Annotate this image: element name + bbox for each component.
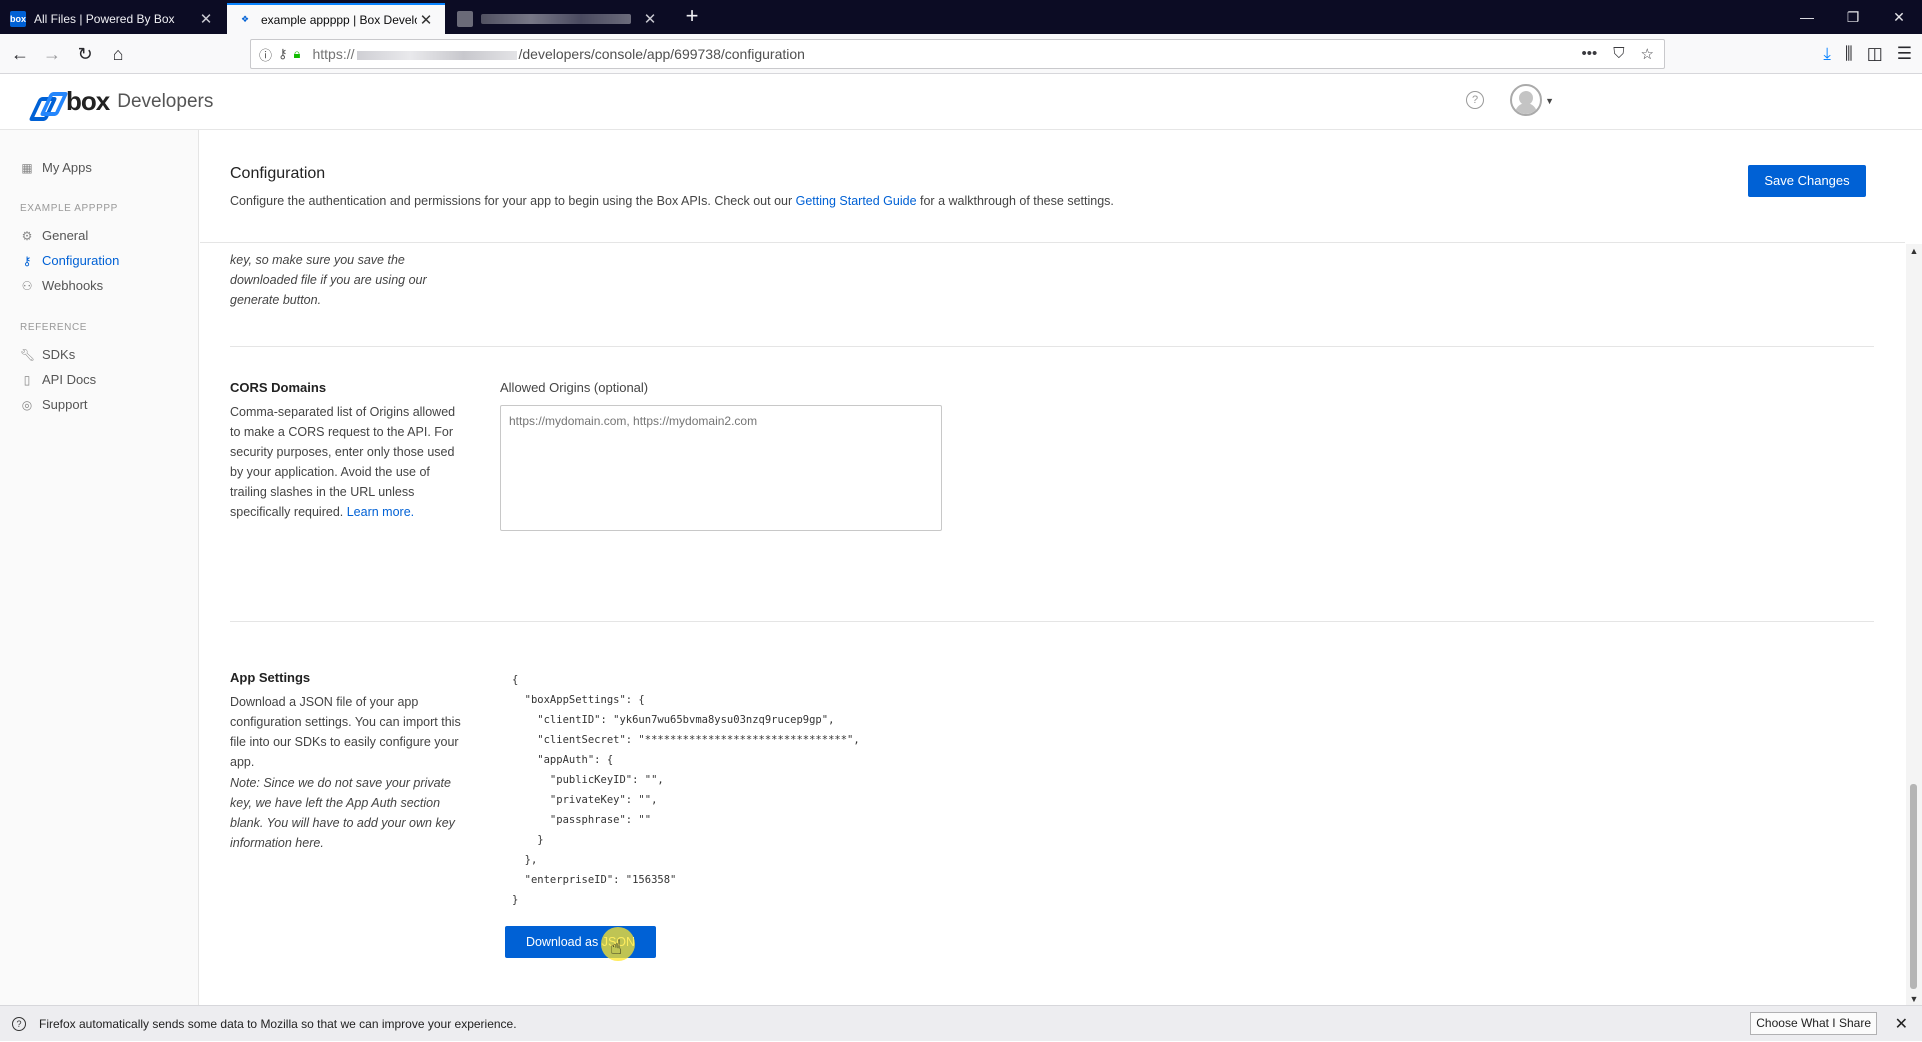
- browser-tab-all-files[interactable]: box All Files | Powered By Box ✕: [0, 4, 225, 34]
- menu-icon[interactable]: ☰: [1897, 39, 1912, 69]
- browser-tab-box-developers[interactable]: ❖ example appppp | Box Develop ✕: [227, 3, 445, 34]
- blurred-tab-title: [481, 14, 641, 24]
- sidebar-app-heading: EXAMPLE APPPPP: [20, 203, 118, 214]
- getting-started-link[interactable]: Getting Started Guide: [796, 194, 917, 208]
- download-icon[interactable]: ⤓: [1823, 39, 1831, 69]
- key-icon: ⚷: [22, 253, 32, 268]
- minimize-icon[interactable]: —: [1784, 0, 1830, 34]
- reload-icon[interactable]: ↻: [70, 39, 100, 69]
- page-scrollbar[interactable]: ▲ ▼: [1906, 244, 1922, 1006]
- keypair-note: key, so make sure you save the downloade…: [230, 253, 427, 307]
- box-developers-header: box Developers ? ▼: [0, 74, 1922, 130]
- bookmark-star-icon[interactable]: ☆: [1641, 45, 1654, 63]
- restore-icon[interactable]: ❐: [1830, 0, 1876, 34]
- webhook-icon: ⚇: [21, 278, 33, 293]
- scroll-down-icon[interactable]: ▼: [1906, 992, 1922, 1006]
- blurred-favicon-icon: [457, 11, 473, 27]
- home-icon[interactable]: ⌂: [103, 39, 133, 69]
- window-controls: — ❐ ✕: [1784, 0, 1922, 34]
- box-logo-icon: [30, 91, 60, 113]
- page-description: Configure the authentication and permiss…: [230, 194, 1114, 208]
- page-title: Configuration: [230, 165, 326, 182]
- grid-icon: ▦: [21, 160, 33, 175]
- lifebuoy-icon: ◎: [21, 397, 33, 412]
- library-icon[interactable]: ⫼: [1845, 39, 1853, 69]
- app-settings-title: App Settings: [230, 670, 311, 685]
- learn-more-link[interactable]: Learn more.: [347, 505, 414, 519]
- sidebar: ▦ My Apps EXAMPLE APPPPP ⚙ General ⚷ Con…: [0, 130, 199, 1005]
- box-developers-logo[interactable]: box Developers: [30, 86, 213, 117]
- close-tab-icon[interactable]: ✕: [417, 11, 435, 29]
- sidebar-item-api-docs[interactable]: ▯ API Docs: [20, 372, 97, 387]
- hand-cursor-icon: ☝: [610, 937, 623, 959]
- app-settings-json: { "boxAppSettings": { "clientID": "yk6un…: [512, 674, 860, 906]
- page-actions-icon[interactable]: •••: [1582, 45, 1598, 63]
- firefox-notification-bar: ? Firefox automatically sends some data …: [0, 1005, 1922, 1041]
- app-settings-description: Download a JSON file of your app configu…: [230, 695, 461, 769]
- info-icon[interactable]: ⓘ: [259, 45, 272, 64]
- main-content: Configuration Configure the authenticati…: [200, 130, 1905, 1005]
- sidebar-item-general[interactable]: ⚙ General: [20, 228, 89, 243]
- notification-text: Firefox automatically sends some data to…: [39, 1017, 517, 1031]
- wrench-icon: 🔧︎: [20, 347, 36, 362]
- tab-title: All Files | Powered By Box: [34, 12, 175, 26]
- configuration-scroll-area[interactable]: . key, so make sure you save the downloa…: [200, 244, 1905, 1005]
- sidebar-item-sdks[interactable]: 🔧︎ SDKs: [20, 347, 75, 362]
- close-tab-icon[interactable]: ✕: [197, 10, 215, 28]
- document-icon: ▯: [23, 372, 31, 387]
- help-icon[interactable]: ?: [1466, 91, 1484, 109]
- section-divider: [230, 346, 1874, 347]
- close-tab-icon[interactable]: ✕: [641, 10, 659, 28]
- box-favicon-icon: box: [10, 11, 26, 27]
- url-text[interactable]: https:///developers/console/app/699738/c…: [312, 46, 804, 62]
- tab-title: example appppp | Box Develop: [261, 12, 417, 27]
- choose-what-i-share-button[interactable]: Choose What I Share: [1750, 1012, 1877, 1035]
- key-permission-icon[interactable]: ⚷: [278, 46, 288, 62]
- sidebar-item-webhooks[interactable]: ⚇ Webhooks: [20, 278, 104, 293]
- cors-domains-description: Comma-separated list of Origins allowed …: [230, 405, 456, 519]
- url-bar[interactable]: ⓘ ⚷ 🔒︎ https:///developers/console/app/6…: [250, 39, 1665, 69]
- browser-nav-bar: ← → ↻ ⌂ ⓘ ⚷ 🔒︎ https:///developers/conso…: [0, 34, 1922, 74]
- new-tab-button[interactable]: +: [680, 4, 704, 30]
- sidebar-item-support[interactable]: ◎ Support: [20, 397, 88, 412]
- chevron-down-icon[interactable]: ▼: [1545, 96, 1554, 106]
- browser-tab-blurred[interactable]: ✕: [447, 4, 669, 34]
- save-changes-button[interactable]: Save Changes: [1748, 165, 1866, 197]
- info-question-icon: ?: [12, 1017, 26, 1031]
- sidebar-item-configuration[interactable]: ⚷ Configuration: [20, 253, 120, 268]
- configuration-header: Configuration Configure the authenticati…: [200, 130, 1905, 243]
- close-window-icon[interactable]: ✕: [1876, 0, 1922, 34]
- back-icon[interactable]: ←: [5, 39, 35, 69]
- sidebar-item-my-apps[interactable]: ▦ My Apps: [20, 160, 92, 175]
- avatar[interactable]: [1510, 84, 1542, 116]
- app-settings-note: Note: Since we do not save your private …: [230, 776, 455, 850]
- gear-icon: ⚙: [21, 228, 33, 243]
- close-notification-icon[interactable]: ✕: [1895, 1014, 1908, 1034]
- allowed-origins-label: Allowed Origins (optional): [500, 380, 649, 395]
- url-blurred-domain: [356, 50, 517, 60]
- browser-tab-bar: box All Files | Powered By Box ✕ ❖ examp…: [0, 0, 1922, 34]
- sidebar-reference-heading: REFERENCE: [20, 322, 88, 333]
- allowed-origins-input[interactable]: [500, 405, 942, 531]
- toolbar-icons: ⤓ ⫼ ◫ ☰: [1823, 39, 1912, 69]
- lock-icon[interactable]: 🔒︎: [294, 46, 301, 62]
- forward-icon[interactable]: →: [37, 39, 67, 69]
- sidebar-toggle-icon[interactable]: ◫: [1867, 39, 1883, 69]
- section-divider: [230, 621, 1874, 622]
- scrollbar-thumb[interactable]: [1910, 784, 1917, 989]
- scroll-up-icon[interactable]: ▲: [1906, 244, 1922, 258]
- box-dev-favicon-icon: ❖: [240, 14, 250, 24]
- cors-domains-title: CORS Domains: [230, 380, 327, 395]
- pocket-icon[interactable]: ⛉: [1613, 45, 1624, 63]
